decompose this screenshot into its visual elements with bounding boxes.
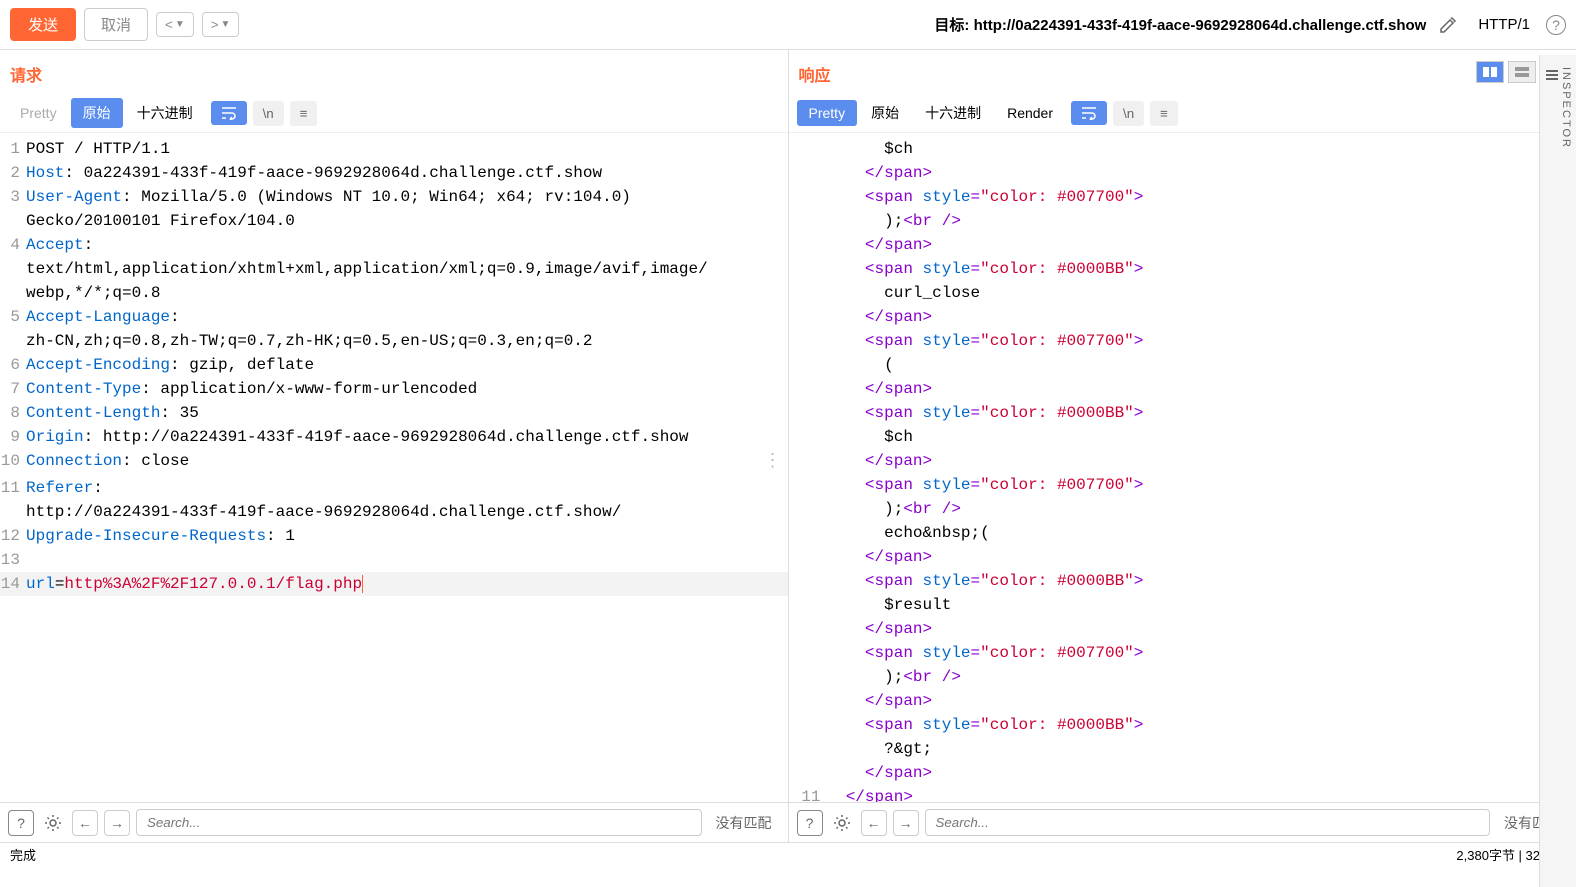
status-done: 完成 [10,845,36,864]
code-line[interactable]: 3User-Agent: Mozilla/5.0 (Windows NT 10.… [0,185,788,209]
inspector-tab[interactable]: INSPECTOR [1539,55,1576,887]
split-vertical-icon[interactable] [1476,61,1504,83]
response-tabs: Pretty 原始 十六进制 Render \n ≡ [789,94,1576,133]
code-line[interactable]: <span style="color: #007700"> [789,329,1576,353]
tab-render[interactable]: Render [995,100,1065,126]
code-line[interactable]: </span> [789,305,1576,329]
response-title: 响应 [799,68,831,85]
tab-raw[interactable]: 原始 [859,98,911,128]
code-line[interactable]: 11 </span> [789,785,1576,802]
code-line[interactable]: 10Connection: close⋮ [0,449,788,476]
code-line[interactable]: <span style="color: #007700"> [789,473,1576,497]
code-line[interactable]: <span style="color: #007700"> [789,641,1576,665]
code-line[interactable]: curl_close [789,281,1576,305]
response-search-input[interactable] [925,809,1491,836]
code-line[interactable]: <span style="color: #0000BB"> [789,713,1576,737]
code-line[interactable]: </span> [789,689,1576,713]
code-line[interactable]: );<br /> [789,665,1576,689]
code-line[interactable]: 8Content-Length: 35 [0,401,788,425]
request-title: 请求 [10,68,42,85]
request-bottom-bar: ? ← → 没有匹配 [0,802,788,842]
main-split: 请求 Pretty 原始 十六进制 \n ≡ 1POST / HTTP/1.12… [0,50,1576,842]
tab-hex[interactable]: 十六进制 [125,98,205,128]
http-version[interactable]: HTTP/1 [1478,16,1530,33]
code-line[interactable]: echo&nbsp;( [789,521,1576,545]
newline-icon[interactable]: \n [1113,101,1144,126]
gear-icon[interactable] [829,810,855,836]
search-next-icon[interactable]: → [104,810,130,836]
wrap-icon[interactable] [1071,101,1107,125]
code-line[interactable]: $ch [789,137,1576,161]
code-line[interactable]: </span> [789,449,1576,473]
code-line[interactable]: </span> [789,761,1576,785]
code-line[interactable]: $result [789,593,1576,617]
wrap-icon[interactable] [211,101,247,125]
line-menu-icon[interactable]: ⋮ [758,449,788,476]
code-line[interactable]: text/html,application/xhtml+xml,applicat… [0,257,788,281]
code-line[interactable]: </span> [789,161,1576,185]
prev-button[interactable]: < ▼ [156,12,194,37]
code-line[interactable]: );<br /> [789,209,1576,233]
main-toolbar: 发送 取消 < ▼ > ▼ 目标: http://0a224391-433f-4… [0,0,1576,50]
request-nomatch: 没有匹配 [708,813,780,833]
menu-icon[interactable]: ≡ [290,101,318,126]
code-line[interactable]: 7Content-Type: application/x-www-form-ur… [0,377,788,401]
gear-icon[interactable] [40,810,66,836]
split-horizontal-icon[interactable] [1508,61,1536,83]
next-button[interactable]: > ▼ [202,12,240,37]
send-button[interactable]: 发送 [10,8,76,41]
code-line[interactable]: <span style="color: #007700"> [789,185,1576,209]
code-line[interactable]: </span> [789,617,1576,641]
tab-raw[interactable]: 原始 [71,98,123,128]
code-line[interactable]: <span style="color: #0000BB"> [789,569,1576,593]
search-next-icon[interactable]: → [893,810,919,836]
code-line[interactable]: 13 [0,548,788,572]
help-icon[interactable]: ? [797,810,823,836]
tab-hex[interactable]: 十六进制 [913,98,993,128]
response-editor[interactable]: $ch </span> <span style="color: #007700"… [789,133,1576,802]
request-search-input[interactable] [136,809,702,836]
target-label: 目标: http://0a224391-433f-419f-aace-96929… [934,14,1426,35]
request-editor[interactable]: 1POST / HTTP/1.12Host: 0a224391-433f-419… [0,133,788,802]
code-line[interactable]: http://0a224391-433f-419f-aace-969292806… [0,500,788,524]
code-line[interactable]: 12Upgrade-Insecure-Requests: 1 [0,524,788,548]
code-line[interactable]: 5Accept-Language: [0,305,788,329]
status-bar: 完成 2,380字节 | 32毫秒 [0,842,1576,866]
tab-pretty[interactable]: Pretty [797,100,858,126]
code-line[interactable]: <span style="color: #0000BB"> [789,257,1576,281]
request-panel: 请求 Pretty 原始 十六进制 \n ≡ 1POST / HTTP/1.12… [0,50,789,842]
response-bottom-bar: ? ← → 没有匹配 [789,802,1576,842]
code-line[interactable]: 1POST / HTTP/1.1 [0,137,788,161]
code-line[interactable]: zh-CN,zh;q=0.8,zh-TW;q=0.7,zh-HK;q=0.5,e… [0,329,788,353]
code-line[interactable]: 4Accept: [0,233,788,257]
help-icon[interactable]: ? [8,810,34,836]
menu-icon[interactable]: ≡ [1150,101,1178,126]
help-icon[interactable]: ? [1546,15,1566,35]
cancel-button[interactable]: 取消 [84,8,148,41]
code-line[interactable]: 14url=http%3A%2F%2F127.0.0.1/flag.php [0,572,788,596]
code-line[interactable]: 11Referer: [0,476,788,500]
code-line[interactable]: ?&gt; [789,737,1576,761]
code-line[interactable]: webp,*/*;q=0.8 [0,281,788,305]
code-line[interactable]: <span style="color: #0000BB"> [789,401,1576,425]
code-line[interactable]: </span> [789,377,1576,401]
code-line[interactable]: </span> [789,233,1576,257]
code-line[interactable]: );<br /> [789,497,1576,521]
code-line[interactable]: Gecko/20100101 Firefox/104.0 [0,209,788,233]
code-line[interactable]: </span> [789,545,1576,569]
response-panel: 响应 Pretty 原始 十六进制 Render \n ≡ $ch </span… [789,50,1576,842]
code-line[interactable]: $ch [789,425,1576,449]
search-prev-icon[interactable]: ← [72,810,98,836]
request-tabs: Pretty 原始 十六进制 \n ≡ [0,94,788,133]
edit-target-icon[interactable] [1434,11,1462,39]
search-prev-icon[interactable]: ← [861,810,887,836]
newline-icon[interactable]: \n [253,101,284,126]
code-line[interactable]: 6Accept-Encoding: gzip, deflate [0,353,788,377]
code-line[interactable]: 2Host: 0a224391-433f-419f-aace-969292806… [0,161,788,185]
tab-pretty[interactable]: Pretty [8,100,69,126]
code-line[interactable]: 9Origin: http://0a224391-433f-419f-aace-… [0,425,788,449]
code-line[interactable]: ( [789,353,1576,377]
